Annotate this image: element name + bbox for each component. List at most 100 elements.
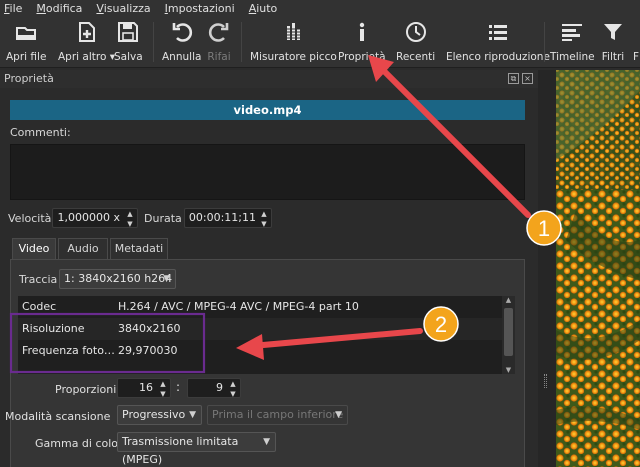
duration-label: Durata <box>144 212 182 225</box>
save-label: Salva <box>114 51 143 63</box>
spin-down-icon[interactable]: ▼ <box>259 219 269 229</box>
chevron-down-icon: ▼ <box>263 437 270 447</box>
spin-down-icon[interactable]: ▼ <box>228 389 238 399</box>
comments-textarea[interactable] <box>10 144 525 200</box>
duration-value: 00:00:11;11 <box>188 211 256 224</box>
flower-field-image <box>556 70 640 467</box>
scan-mode-select[interactable]: Progressivo ▼ <box>117 405 202 425</box>
panel-splitter[interactable] <box>538 70 556 467</box>
table-scrollbar[interactable]: ▲ ▼ <box>502 296 515 374</box>
toolbar-separator <box>153 22 154 62</box>
info-icon <box>359 22 364 41</box>
cut-off-button[interactable]: F <box>632 20 640 63</box>
aspect-num-spin-arrows[interactable]: ▲ ▼ <box>158 379 168 399</box>
splitter-grip-icon[interactable] <box>544 374 547 388</box>
table-row[interactable]: Codec H.264 / AVC / MPEG-4 AVC / MPEG-4 … <box>18 296 502 318</box>
track-value: 1: 3840x2160 h264 <box>64 272 173 285</box>
peak-meter-icon <box>286 23 302 40</box>
speed-label: Velocità <box>8 212 52 225</box>
aspect-num-value: 16 <box>139 381 153 394</box>
peak-meter-button[interactable]: Misuratore picco <box>250 20 337 63</box>
chevron-down-icon: ▼ <box>335 410 342 420</box>
tab-video[interactable]: Video <box>12 238 56 259</box>
open-file-button[interactable]: Apri file <box>6 20 46 63</box>
redo-icon <box>208 23 229 42</box>
scroll-up-icon[interactable]: ▲ <box>502 296 515 304</box>
scroll-down-icon[interactable]: ▼ <box>502 366 515 374</box>
undo-button[interactable]: Annulla <box>162 20 201 63</box>
filters-label: Filtri <box>601 51 625 63</box>
menu-modifica[interactable]: Modifica <box>36 2 82 15</box>
menu-impostazioni[interactable]: Impostazioni <box>165 2 235 15</box>
duration-spin-arrows[interactable]: ▲ ▼ <box>259 209 269 229</box>
float-panel-icon[interactable]: ⧉ <box>508 73 519 84</box>
open-file-icon <box>16 27 37 40</box>
toolbar-separator <box>241 22 242 62</box>
properties-label: Proprietà <box>338 51 386 63</box>
peak-meter-label: Misuratore picco <box>250 51 337 63</box>
color-range-select[interactable]: Trasmissione limitata (MPEG) ▼ <box>117 432 276 466</box>
timeline-label: Timeline <box>550 51 595 63</box>
filter-icon <box>604 24 622 40</box>
timeline-icon <box>562 24 583 41</box>
table-row[interactable]: Frequenza foto… 29,970030 <box>18 340 502 362</box>
aspect-den-spin-arrows[interactable]: ▲ ▼ <box>228 379 238 399</box>
speed-value: 1,000000 x <box>57 211 121 224</box>
color-range-label: Gamma di colori <box>35 437 126 450</box>
menu-aiuto[interactable]: Aiuto <box>249 2 278 15</box>
scan-mode-value: Progressivo <box>122 408 186 421</box>
properties-panel: Proprietà ⧉ × video.mp4 Commenti: Veloci… <box>0 70 538 467</box>
recent-button[interactable]: Recenti <box>396 20 435 63</box>
spin-up-icon[interactable]: ▲ <box>259 209 269 219</box>
toolbar: Apri file Apri altro ▾ Salva Annulla Rif… <box>0 16 640 68</box>
filters-button[interactable]: Filtri <box>601 20 625 63</box>
aspect-num-spinbox[interactable]: 16 ▲ ▼ <box>117 378 171 398</box>
open-other-icon <box>78 22 95 42</box>
menu-file[interactable]: File <box>4 2 22 15</box>
open-file-label: Apri file <box>6 51 47 63</box>
close-panel-icon[interactable]: × <box>522 73 533 84</box>
aspect-colon: : <box>176 380 181 394</box>
clock-icon <box>405 22 426 42</box>
duration-spinbox[interactable]: 00:00:11;11 ▲ ▼ <box>184 208 272 228</box>
filename-bar: video.mp4 <box>10 100 525 120</box>
undo-icon <box>172 23 192 42</box>
spin-down-icon[interactable]: ▼ <box>125 219 135 229</box>
chevron-down-icon: ▼ <box>189 410 196 420</box>
toolbar-separator <box>544 22 545 62</box>
recent-label: Recenti <box>396 51 436 63</box>
aspect-den-spinbox[interactable]: 9 ▲ ▼ <box>187 378 241 398</box>
field-order-value: Prima il campo inferiore <box>212 408 344 421</box>
spin-up-icon[interactable]: ▲ <box>228 379 238 389</box>
spin-up-icon[interactable]: ▲ <box>125 209 135 219</box>
speed-spinbox[interactable]: 1,000000 x ▲ ▼ <box>52 208 138 228</box>
video-preview <box>556 70 640 467</box>
field-order-select[interactable]: Prima il campo inferiore ▼ <box>207 405 348 425</box>
timeline-button[interactable]: Timeline <box>550 20 595 63</box>
table-value: 3840x2160 <box>118 322 181 335</box>
panel-title: Proprietà <box>4 72 54 85</box>
aspect-label: Proporzioni <box>55 383 117 396</box>
track-select[interactable]: 1: 3840x2160 h264 ▼ <box>59 269 176 289</box>
table-row[interactable]: Risoluzione 3840x2160 <box>18 318 502 340</box>
table-value: H.264 / AVC / MPEG-4 AVC / MPEG-4 part 1… <box>118 300 359 313</box>
open-other-button[interactable]: Apri altro ▾ <box>58 20 115 63</box>
chevron-down-icon: ▼ <box>163 274 170 284</box>
tab-audio[interactable]: Audio <box>58 238 108 259</box>
open-other-label: Apri altro ▾ <box>58 51 116 63</box>
redo-button[interactable]: Rifai <box>207 20 231 63</box>
info-table: Codec H.264 / AVC / MPEG-4 AVC / MPEG-4 … <box>18 296 515 374</box>
properties-button[interactable]: Proprietà <box>338 20 386 63</box>
track-label: Traccia <box>19 273 58 286</box>
menu-visualizza[interactable]: Visualizza <box>96 2 150 15</box>
playlist-button[interactable]: Elenco riproduzione <box>446 20 550 63</box>
save-icon <box>118 22 139 42</box>
table-key: Codec <box>22 300 57 313</box>
speed-spin-arrows[interactable]: ▲ ▼ <box>125 209 135 229</box>
save-button[interactable]: Salva <box>114 20 143 63</box>
spin-down-icon[interactable]: ▼ <box>158 389 168 399</box>
aspect-den-value: 9 <box>216 381 223 394</box>
scroll-thumb[interactable] <box>504 308 513 356</box>
tab-metadata[interactable]: Metadati <box>110 238 168 259</box>
spin-up-icon[interactable]: ▲ <box>158 379 168 389</box>
